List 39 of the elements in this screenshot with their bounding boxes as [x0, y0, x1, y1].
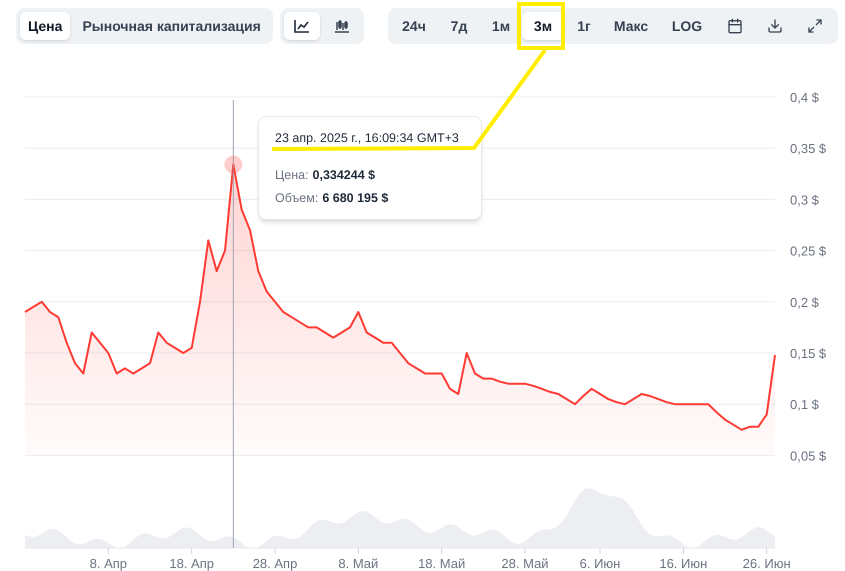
y-axis-label: 0,3 $ [790, 192, 819, 208]
expand-icon [807, 18, 823, 34]
tooltip-date: 23 апр. 2025 г., 16:09:34 GMT+3 [275, 130, 460, 147]
tooltip-value: 6 680 195 $ [322, 190, 388, 206]
range-button[interactable]: 24ч [392, 12, 436, 40]
y-axis-label: 0,2 $ [790, 294, 819, 310]
tooltip-label: Цена: [275, 166, 309, 184]
tab[interactable]: Цена [20, 12, 70, 40]
y-axis-label: 0,1 $ [790, 397, 819, 412]
range-button[interactable]: 7д [438, 12, 480, 40]
range-button[interactable]: LOG [660, 12, 714, 40]
x-axis-label: 28. Май [501, 556, 549, 571]
y-axis-label: 0,05 $ [790, 448, 826, 464]
x-axis-label: 18. Май [418, 556, 466, 571]
range-button[interactable]: 3м [522, 12, 564, 40]
calendar-icon [727, 18, 743, 34]
y-axis-label: 0,35 $ [790, 141, 826, 156]
y-axis-label: 0,4 $ [790, 90, 819, 105]
y-axis-label: 0,25 $ [790, 244, 826, 259]
x-axis-label: 28. Апр [252, 556, 298, 571]
y-axis-label: 0,15 $ [790, 346, 826, 361]
candlestick-icon [334, 19, 350, 33]
range-button[interactable]: 1г [566, 12, 602, 40]
hover-point [224, 156, 242, 174]
download-icon [767, 18, 783, 34]
x-axis-label: 26. Июн [742, 556, 791, 571]
x-axis-label: 8. Апр [90, 556, 128, 571]
range-button[interactable]: 1м [482, 12, 520, 40]
x-axis-label: 6. Июн [580, 556, 620, 571]
x-axis-label: 18. Апр [169, 556, 214, 571]
tooltip-label: Объем: [275, 190, 318, 206]
range-button[interactable]: Макс [604, 12, 658, 40]
highlight-frame [517, 2, 565, 50]
chart-type-button[interactable] [284, 12, 320, 40]
line-chart-icon [294, 19, 310, 33]
x-axis-label: 8. Май [338, 556, 378, 571]
tab[interactable]: Рыночная капитализация [74, 12, 269, 40]
tooltip-value: 0,334244 $ [312, 166, 376, 184]
x-axis-label: 16. Июн [659, 556, 708, 571]
